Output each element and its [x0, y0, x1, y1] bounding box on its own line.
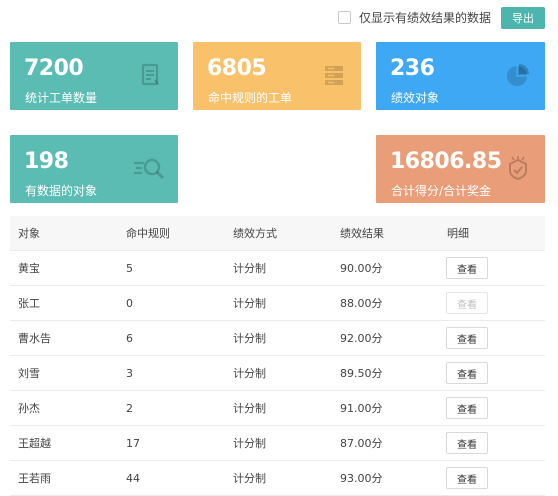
header-detail: 明细 — [447, 227, 469, 240]
view-detail-button[interactable]: 查看 — [446, 362, 488, 384]
cell-result: 91.00分 — [340, 402, 383, 415]
table-row: 曹水告 6 计分制 92.00分 查看 — [10, 321, 545, 356]
view-detail-button[interactable]: 查看 — [446, 467, 488, 489]
cell-method: 计分制 — [233, 402, 266, 415]
stat-label: 统计工单数量 — [25, 91, 98, 105]
view-detail-button[interactable]: 查看 — [446, 432, 488, 454]
cell-rules: 6 — [126, 331, 133, 345]
header-matched-rules: 命中规则 — [126, 227, 170, 240]
stat-label: 合计得分/合计奖金 — [391, 184, 492, 198]
results-only-label: 仅显示有绩效结果的数据 — [359, 11, 492, 25]
stat-value: 7200 — [24, 56, 84, 81]
cell-object: 张工 — [18, 297, 40, 310]
cell-result: 87.00分 — [340, 437, 383, 450]
document-icon — [141, 63, 159, 86]
results-only-checkbox[interactable] — [338, 11, 351, 24]
stat-card-work-orders: 7200 统计工单数量 — [10, 42, 178, 110]
header-object: 对象 — [18, 227, 40, 240]
toolbar: 仅显示有绩效结果的数据 导出 — [0, 0, 558, 36]
header-method: 绩效方式 — [233, 227, 277, 240]
table-header: 对象 命中规则 绩效方式 绩效结果 明细 — [10, 216, 545, 251]
view-detail-button[interactable]: 查看 — [446, 397, 488, 419]
cell-rules: 5 — [126, 261, 133, 275]
cell-object: 刘雪 — [18, 367, 40, 380]
cell-method: 计分制 — [233, 262, 266, 275]
view-detail-button[interactable]: 查看 — [446, 257, 488, 279]
table-row: 刘雪 3 计分制 89.50分 查看 — [10, 356, 545, 391]
stat-card-matched-orders: 6805 命中规则的工单 — [193, 42, 361, 110]
results-only-filter[interactable]: 仅显示有绩效结果的数据 — [338, 9, 491, 26]
stat-card-total-score-bonus: 16806.85 合计得分/合计奖金 — [376, 135, 545, 203]
cell-rules: 3 — [126, 366, 133, 380]
cell-method: 计分制 — [233, 367, 266, 380]
table-row: 张工 0 计分制 88.00分 查看 — [10, 286, 545, 321]
pie-chart-icon — [507, 64, 529, 86]
cell-result: 89.50分 — [340, 367, 383, 380]
stat-label: 绩效对象 — [391, 91, 440, 105]
cell-object: 王若雨 — [18, 472, 51, 485]
stat-label: 命中规则的工单 — [208, 91, 293, 105]
table-row: 王超越 17 计分制 87.00分 查看 — [10, 426, 545, 461]
view-detail-button[interactable]: 查看 — [446, 327, 488, 349]
performance-table: 对象 命中规则 绩效方式 绩效结果 明细 黄宝 5 计分制 90.00分 查看 … — [10, 216, 545, 496]
view-detail-button-disabled: 查看 — [446, 292, 488, 314]
table-row: 黄宝 5 计分制 90.00分 查看 — [10, 251, 545, 286]
search-icon — [134, 158, 165, 180]
cell-rules: 0 — [126, 296, 133, 310]
cell-result: 90.00分 — [340, 262, 383, 275]
stat-value: 236 — [390, 56, 435, 81]
cell-result: 92.00分 — [340, 332, 383, 345]
cell-rules: 2 — [126, 401, 133, 415]
reward-icon — [509, 156, 527, 181]
cell-method: 计分制 — [233, 437, 266, 450]
table-row: 王若雨 44 计分制 93.00分 查看 — [10, 461, 545, 496]
stat-card-objects-with-data: 198 有数据的对象 — [10, 135, 178, 203]
export-button[interactable]: 导出 — [501, 7, 545, 29]
table-row: 孙杰 2 计分制 91.00分 查看 — [10, 391, 545, 426]
cell-rules: 44 — [126, 471, 140, 485]
cell-method: 计分制 — [233, 332, 266, 345]
cell-object: 曹水告 — [18, 332, 51, 345]
cell-object: 孙杰 — [18, 402, 40, 415]
stat-value: 6805 — [207, 56, 267, 81]
cell-object: 王超越 — [18, 437, 51, 450]
layers-icon — [325, 66, 343, 85]
header-result: 绩效结果 — [340, 227, 384, 240]
cell-object: 黄宝 — [18, 262, 40, 275]
stat-value: 16806.85 — [390, 149, 502, 174]
cell-rules: 17 — [126, 436, 140, 450]
stat-label: 有数据的对象 — [25, 184, 98, 198]
cell-method: 计分制 — [233, 472, 266, 485]
cell-result: 88.00分 — [340, 297, 383, 310]
stat-card-performance-targets: 236 绩效对象 — [376, 42, 545, 110]
cell-method: 计分制 — [233, 297, 266, 310]
stat-value: 198 — [24, 149, 69, 174]
cell-result: 93.00分 — [340, 472, 383, 485]
